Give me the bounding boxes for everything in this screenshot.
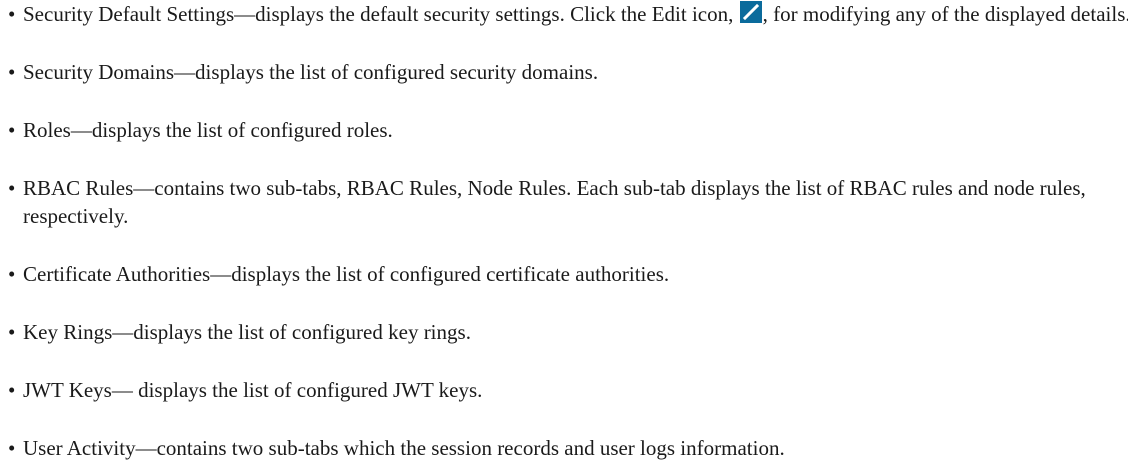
list-item-security-default-settings: • Security Default Settings—displays the …: [8, 0, 1128, 28]
bullet: •: [8, 176, 16, 200]
list-item-security-domains: • Security Domains—displays the list of c…: [8, 58, 1128, 86]
bullet: •: [8, 2, 16, 26]
list-item-user-activity: • User Activity—contains two sub-tabs whi…: [8, 434, 1128, 462]
list-item-key-rings: • Key Rings—displays the list of configur…: [8, 318, 1128, 346]
item-text: User Activity—contains two sub-tabs whic…: [23, 436, 785, 460]
edit-icon: [739, 1, 762, 23]
list-item-jwt-keys: • JWT Keys— displays the list of configur…: [8, 376, 1128, 404]
item-text: RBAC Rules—contains two sub-tabs, RBAC R…: [23, 176, 1086, 228]
item-text: Security Domains—displays the list of co…: [23, 60, 599, 84]
bullet: •: [8, 60, 16, 84]
item-text: Roles—displays the list of configured ro…: [23, 118, 393, 142]
list-item-rbac-rules: • RBAC Rules—contains two sub-tabs, RBAC …: [8, 174, 1128, 230]
item-text: Certificate Authorities—displays the lis…: [23, 262, 670, 286]
bullet: •: [8, 320, 16, 344]
bullet: •: [8, 262, 16, 286]
bullet: •: [8, 118, 16, 142]
item-text-continued: , for modifying any of the displayed det…: [762, 2, 1128, 26]
bullet: •: [8, 378, 16, 402]
list-item-roles: • Roles—displays the list of configured r…: [8, 116, 1128, 144]
item-text: Security Default Settings—displays the d…: [23, 2, 739, 26]
item-text: JWT Keys— displays the list of configure…: [23, 378, 483, 402]
item-text: Key Rings—displays the list of configure…: [23, 320, 471, 344]
bullet: •: [8, 436, 16, 460]
list-item-certificate-authorities: • Certificate Authorities—displays the li…: [8, 260, 1128, 288]
